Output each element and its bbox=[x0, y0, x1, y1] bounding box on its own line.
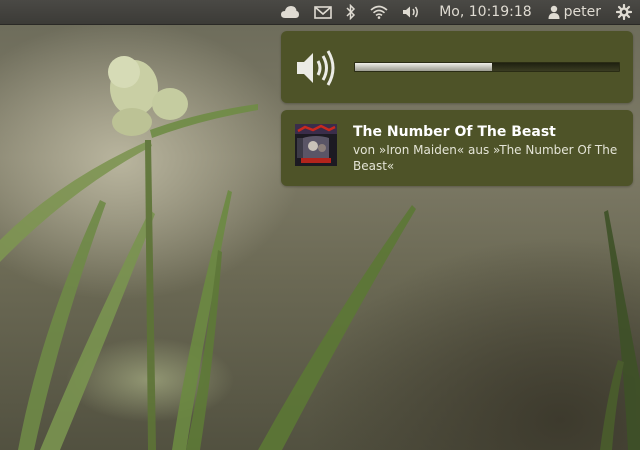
now-playing-notification: The Number Of The Beast von »Iron Maiden… bbox=[281, 110, 633, 186]
wifi-icon[interactable] bbox=[370, 0, 388, 24]
volume-level-fill bbox=[355, 63, 493, 71]
clock[interactable]: Mo, 10:19:18 bbox=[439, 4, 531, 20]
mail-icon[interactable] bbox=[314, 0, 333, 24]
bluetooth-icon[interactable] bbox=[346, 0, 356, 24]
user-icon bbox=[548, 5, 560, 19]
speaker-icon bbox=[297, 50, 335, 86]
volume-level-bar bbox=[354, 62, 620, 72]
top-panel: Mo, 10:19:18 peter bbox=[0, 0, 640, 25]
volume-notification bbox=[281, 31, 633, 103]
track-title: The Number Of The Beast bbox=[353, 124, 556, 140]
album-cover bbox=[295, 124, 337, 166]
gear-icon[interactable] bbox=[616, 0, 632, 24]
track-artist-album: von »Iron Maiden« aus »The Number Of The… bbox=[353, 143, 618, 173]
volume-icon[interactable] bbox=[402, 0, 422, 24]
user-name: peter bbox=[563, 4, 601, 20]
user-menu[interactable]: peter bbox=[548, 4, 601, 20]
cloud-icon[interactable] bbox=[280, 0, 300, 24]
